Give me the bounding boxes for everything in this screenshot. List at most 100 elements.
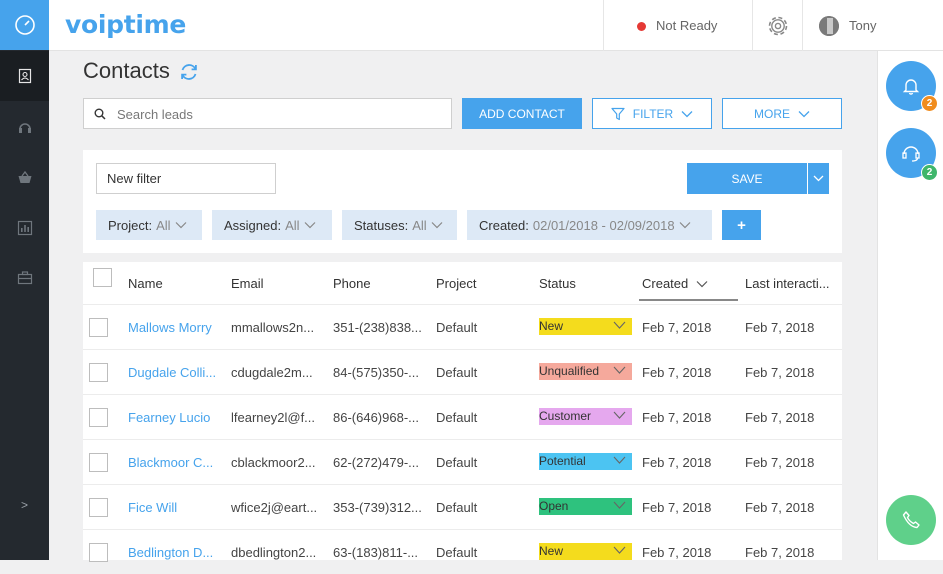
contacts-book-icon: [18, 68, 31, 84]
last-interaction-cell: Feb 7, 2018: [745, 545, 815, 560]
save-options-dropdown[interactable]: [807, 163, 829, 194]
divider: [802, 0, 803, 51]
user-name[interactable]: Tony: [849, 18, 876, 33]
add-filter-button[interactable]: +: [722, 210, 761, 240]
refresh-icon[interactable]: [178, 61, 200, 83]
contact-name-link[interactable]: Fice Will: [128, 500, 223, 515]
chip-label: Created:: [479, 217, 529, 233]
created-cell: Feb 7, 2018: [642, 410, 712, 425]
sidebar-item-campaigns[interactable]: [0, 253, 49, 303]
row-checkbox[interactable]: [89, 318, 108, 337]
app-logo: voiptime: [65, 10, 187, 39]
column-header-name[interactable]: Name: [128, 276, 163, 291]
table-row[interactable]: Fice Will wfice2j@eart... 353-(739)312..…: [83, 484, 842, 529]
sidebar-item-reports[interactable]: [0, 203, 49, 253]
filter-panel: SAVE Project: All Assigned: All Statuses…: [83, 150, 842, 253]
last-interaction-cell: Feb 7, 2018: [745, 320, 815, 335]
basket-icon: [18, 170, 31, 183]
status-label: New: [539, 544, 564, 558]
assigned-filter-chip[interactable]: Assigned: All: [212, 210, 332, 240]
headset-icon: [18, 123, 31, 133]
filter-name-input[interactable]: [96, 163, 276, 194]
chip-label: Statuses:: [354, 217, 409, 233]
status-label: Potential: [539, 454, 586, 468]
bar-chart-icon: [17, 220, 32, 236]
contact-name-link[interactable]: Dugdale Colli...: [128, 365, 223, 380]
divider: [752, 0, 753, 51]
agent-status[interactable]: Not Ready: [656, 18, 717, 33]
row-checkbox[interactable]: [89, 453, 108, 472]
status-dropdown[interactable]: New: [539, 543, 632, 560]
sidebar-item-contacts[interactable]: [0, 51, 49, 101]
column-header-last-interaction[interactable]: Last interacti...: [745, 276, 835, 291]
speedometer-icon: [14, 15, 35, 35]
chevron-down-icon: [679, 222, 690, 229]
last-interaction-cell: Feb 7, 2018: [745, 410, 815, 425]
table-row[interactable]: Fearney Lucio lfearney2l@f... 86-(646)96…: [83, 394, 842, 439]
email-cell: cdugdale2m...: [231, 365, 313, 380]
status-label: Customer: [539, 409, 592, 423]
call-button[interactable]: [886, 495, 936, 545]
status-dropdown[interactable]: Customer: [539, 408, 632, 425]
project-filter-chip[interactable]: Project: All: [96, 210, 202, 240]
table-row[interactable]: Mallows Morry mmallows2n... 351-(238)838…: [83, 304, 842, 349]
notifications-count-badge: 2: [921, 95, 938, 112]
save-filter-button[interactable]: SAVE: [687, 163, 807, 194]
chip-label: Project:: [108, 217, 153, 233]
filter-button[interactable]: FILTER: [592, 98, 712, 129]
chevron-down-icon: [431, 222, 443, 229]
status-dropdown[interactable]: Open: [539, 498, 632, 515]
sidebar-expand-toggle[interactable]: >: [0, 498, 49, 522]
contact-name-link[interactable]: Mallows Morry: [128, 320, 223, 335]
contact-name-link[interactable]: Blackmoor C...: [128, 455, 223, 470]
more-button[interactable]: MORE: [722, 98, 842, 129]
column-header-status[interactable]: Status: [539, 276, 576, 291]
status-indicator-dot: [637, 22, 646, 31]
last-interaction-cell: Feb 7, 2018: [745, 500, 815, 515]
avatar[interactable]: [819, 16, 839, 36]
status-dropdown[interactable]: Unqualified: [539, 363, 632, 380]
contact-name-link[interactable]: Bedlington D...: [128, 545, 223, 560]
row-checkbox[interactable]: [89, 408, 108, 427]
page-title: Contacts: [83, 58, 170, 83]
column-header-created-sorted[interactable]: Created: [639, 276, 738, 301]
divider: [603, 0, 604, 51]
chip-value: All: [156, 217, 171, 233]
gear-icon[interactable]: [765, 13, 791, 39]
chevron-down-icon: [813, 175, 824, 182]
column-header-created: Created: [642, 276, 689, 291]
project-cell: Default: [436, 455, 478, 470]
chip-label: Assigned:: [224, 217, 282, 233]
contact-name-link[interactable]: Fearney Lucio: [128, 410, 223, 425]
statuses-filter-chip[interactable]: Statuses: All: [342, 210, 457, 240]
status-dropdown[interactable]: New: [539, 318, 632, 335]
table-row[interactable]: Bedlington D... dbedlington2... 63-(183)…: [83, 529, 842, 574]
last-interaction-cell: Feb 7, 2018: [745, 455, 815, 470]
table-row[interactable]: Blackmoor C... cblackmoor2... 62-(272)47…: [83, 439, 842, 484]
contacts-table: Name Email Phone Project Status Created …: [83, 262, 842, 562]
status-label: Unqualified: [539, 364, 600, 378]
status-dropdown[interactable]: Potential: [539, 453, 632, 470]
row-checkbox[interactable]: [89, 543, 108, 562]
column-header-phone[interactable]: Phone: [333, 276, 371, 291]
select-all-checkbox[interactable]: [93, 268, 112, 287]
column-header-email[interactable]: Email: [231, 276, 264, 291]
left-sidebar: >: [0, 0, 49, 560]
chevron-down-icon: [175, 222, 186, 229]
row-checkbox[interactable]: [89, 498, 108, 517]
table-row[interactable]: Dugdale Colli... cdugdale2m... 84-(575)3…: [83, 349, 842, 394]
filter-funnel-icon: [611, 107, 625, 120]
add-contact-button[interactable]: ADD CONTACT: [462, 98, 582, 129]
created-date-filter-chip[interactable]: Created: 02/01/2018 - 02/09/2018: [467, 210, 712, 240]
column-header-project[interactable]: Project: [436, 276, 476, 291]
created-cell: Feb 7, 2018: [642, 455, 712, 470]
chevron-down-icon: [613, 411, 626, 419]
search-input[interactable]: [117, 105, 437, 123]
email-cell: wfice2j@eart...: [231, 500, 318, 515]
dashboard-button[interactable]: [0, 0, 49, 50]
row-checkbox[interactable]: [89, 363, 108, 382]
sidebar-item-shop[interactable]: [0, 153, 49, 203]
chevron-down-icon: [681, 110, 693, 117]
sidebar-item-agents[interactable]: [0, 103, 49, 153]
top-bar: voiptime Not Ready Tony: [49, 0, 943, 51]
